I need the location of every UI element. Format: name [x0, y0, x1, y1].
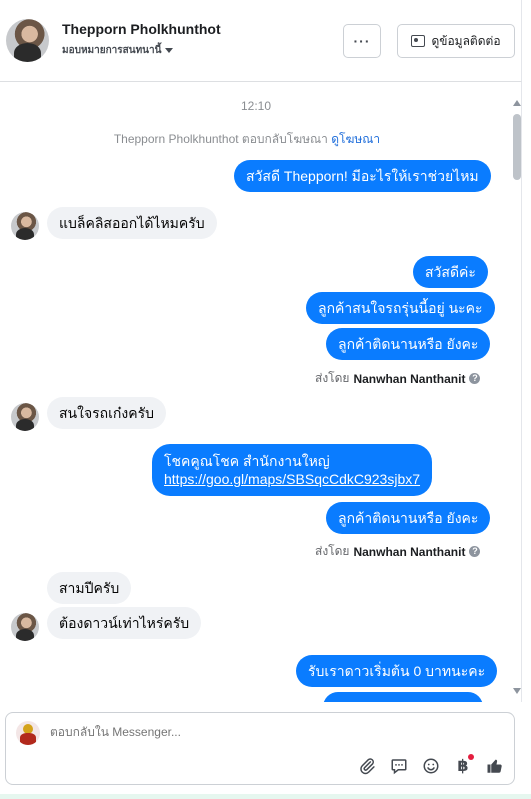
caret-down-icon	[165, 48, 174, 53]
notification-dot	[468, 754, 474, 760]
smiley-icon[interactable]	[422, 757, 440, 775]
sender-avatar	[11, 613, 39, 641]
reply-composer: ฿	[5, 712, 515, 785]
sent-by-prefix: ส่งโดย	[315, 544, 350, 558]
scroll-down-arrow-icon[interactable]	[513, 688, 521, 694]
message-bubble-outgoing[interactable]	[323, 692, 483, 702]
chat-bubble-icon[interactable]	[390, 757, 408, 775]
paperclip-icon[interactable]	[358, 757, 376, 775]
message-bubble-incoming[interactable]: สามปีครับ	[47, 572, 132, 604]
sender-avatar	[11, 403, 39, 431]
sent-by-label: ส่งโดย Nanwhan Nanthanit ?	[315, 542, 481, 561]
reply-input[interactable]	[50, 725, 350, 739]
view-ad-link[interactable]: ดูโฆษณา	[331, 132, 380, 146]
sent-by-prefix: ส่งโดย	[315, 371, 350, 385]
message-bubble-outgoing[interactable]: สวัสดีค่ะ	[413, 256, 488, 288]
message-bubble-outgoing[interactable]: ลูกค้าติดนานหรือ ยังคะ	[326, 502, 491, 534]
baht-icon[interactable]: ฿	[454, 754, 474, 775]
contact-card-icon	[411, 35, 426, 47]
customer-avatar[interactable]	[6, 19, 49, 62]
sent-by-label: ส่งโดย Nanwhan Nanthanit ?	[315, 369, 481, 388]
page-avatar	[16, 721, 40, 745]
message-bubble-outgoing[interactable]: สวัสดี Thepporn! มีอะไรให้เราช่วยไหม	[234, 160, 491, 192]
message-bubble-incoming[interactable]: สนใจรถเก๋งครับ	[47, 397, 167, 429]
message-bubble-outgoing[interactable]: ลูกค้าติดนานหรือ ยังคะ	[326, 328, 491, 360]
message-bubble-incoming[interactable]: ต้องดาวน์เท่าไหร่ครับ	[47, 607, 202, 639]
help-icon[interactable]: ?	[469, 373, 481, 384]
bottom-edge	[0, 794, 531, 799]
assign-label: มอบหมายการสนทนานี้	[62, 45, 162, 56]
view-contact-button[interactable]: ดูข้อมูลติดต่อ	[397, 24, 515, 58]
sent-by-name: Nanwhan Nanthanit	[353, 544, 466, 559]
help-icon[interactable]: ?	[469, 546, 481, 557]
message-thread[interactable]: 12:10 Thepporn Pholkhunthot ตอบกลับโฆษณา…	[0, 82, 522, 702]
sender-avatar	[11, 212, 39, 240]
more-options-button[interactable]: ···	[343, 24, 381, 58]
message-text: โชคคูณโชค สำนักงานใหญ่	[164, 453, 330, 469]
scrollbar-thumb[interactable]	[513, 114, 521, 180]
customer-name[interactable]: Thepporn Pholkhunthot	[62, 21, 221, 37]
ad-reply-text: Thepporn Pholkhunthot ตอบกลับโฆษณา	[113, 132, 328, 146]
thread-scrollbar[interactable]	[512, 98, 522, 698]
composer-toolbar: ฿	[358, 754, 504, 775]
conversation-header: Thepporn Pholkhunthot มอบหมายการสนทนานี้…	[0, 0, 522, 82]
view-contact-label: ดูข้อมูลติดต่อ	[431, 33, 501, 48]
scroll-up-arrow-icon[interactable]	[513, 100, 521, 106]
assign-conversation-dropdown[interactable]: มอบหมายการสนทนานี้	[62, 43, 174, 58]
message-bubble-outgoing[interactable]: รับเราดาวเริ่มต้น 0 บาทนะคะ	[296, 655, 498, 687]
thumbs-up-icon[interactable]	[486, 757, 504, 775]
message-bubble-outgoing[interactable]: ลูกค้าสนใจรถรุ่นนี้อยู่ นะคะ	[306, 292, 495, 324]
message-bubble-incoming[interactable]: แบล็คลิสออกได้ไหมครับ	[47, 207, 217, 239]
ad-reply-note: Thepporn Pholkhunthot ตอบกลับโฆษณา ดูโฆษ…	[0, 130, 494, 149]
map-link[interactable]: https://goo.gl/maps/SBSqcCdkC923sjbx7	[164, 471, 420, 487]
timestamp: 12:10	[240, 99, 272, 113]
sent-by-name: Nanwhan Nanthanit	[353, 371, 466, 386]
message-bubble-outgoing[interactable]: โชคคูณโชค สำนักงานใหญ่ https://goo.gl/ma…	[152, 444, 433, 496]
